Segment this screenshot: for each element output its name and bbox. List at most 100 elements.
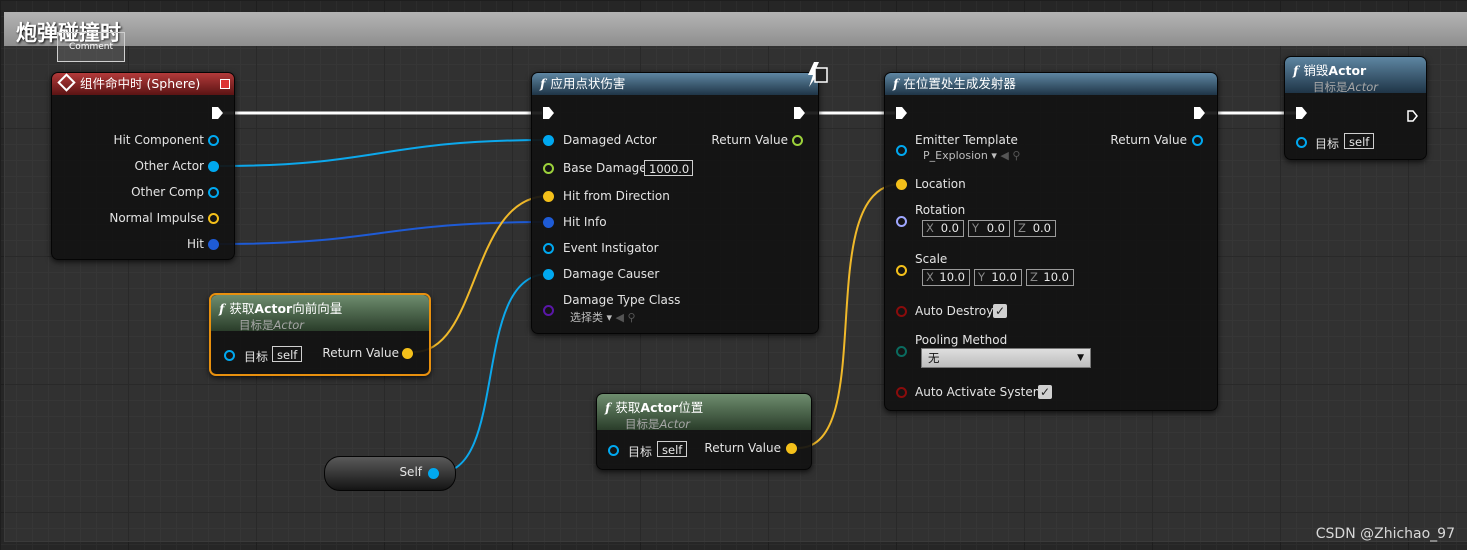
scale-x-axis: X xyxy=(926,270,934,284)
pin-hit-from-direction[interactable] xyxy=(543,191,554,202)
apply-point-damage-node[interactable]: f 应用点状伤害 Damaged Actor Return Value Base … xyxy=(531,72,819,334)
apply-damage-exec-out[interactable] xyxy=(794,107,805,119)
scale-z-value: 10.0 xyxy=(1043,270,1069,284)
damage-type-dropdown[interactable]: 选择类 ▾ ◀ ⚲ xyxy=(570,309,636,325)
comment-header[interactable] xyxy=(4,12,1467,46)
forward-subtitle-prefix: 目标是 xyxy=(239,318,274,332)
scale-x-field[interactable]: X 10.0 xyxy=(922,269,970,286)
event-diamond-icon xyxy=(57,73,76,92)
arrow-left-icon[interactable]: ◀ xyxy=(616,311,624,324)
pin-destroy-target[interactable] xyxy=(1296,137,1307,148)
pin-other-comp[interactable] xyxy=(208,187,219,198)
forward-target-value[interactable]: self xyxy=(272,346,303,362)
destroy-target-value[interactable]: self xyxy=(1344,133,1375,149)
event-node-component-hit[interactable]: 组件命中时 (Sphere) Hit Component Other Actor… xyxy=(51,72,235,260)
scale-z-axis: Z xyxy=(1030,270,1038,284)
pin-pooling-method[interactable] xyxy=(896,346,907,357)
get-actor-forward-vector-node[interactable]: f 获取Actor向前向量 目标是Actor 目标 self Return Val… xyxy=(209,293,431,376)
apply-damage-header[interactable]: f 应用点状伤害 xyxy=(532,73,818,95)
pooling-method-select[interactable]: 无 ▼ xyxy=(921,348,1091,368)
pin-spawn-return[interactable] xyxy=(1192,135,1203,146)
event-node-title: 组件命中时 (Sphere) xyxy=(80,76,201,91)
function-icon: f xyxy=(1293,63,1299,78)
event-exec-out-pin[interactable] xyxy=(212,107,223,119)
label-self: Self xyxy=(399,465,422,479)
pin-damage-type-class[interactable] xyxy=(543,305,554,316)
pin-normal-impulse[interactable] xyxy=(208,213,219,224)
exec-out-hollow-icon xyxy=(1407,110,1418,122)
event-node-header[interactable]: 组件命中时 (Sphere) xyxy=(52,73,234,95)
label-damaged-actor: Damaged Actor xyxy=(563,133,657,147)
chevron-down-icon: ▾ xyxy=(991,149,997,162)
scale-y-field[interactable]: Y 10.0 xyxy=(974,269,1022,286)
destroy-actor-node[interactable]: f 销毁Actor 目标是Actor 目标 self xyxy=(1284,56,1427,160)
location-title-suffix: 位置 xyxy=(678,400,704,415)
destroy-actor-header[interactable]: f 销毁Actor 目标是Actor xyxy=(1285,57,1426,94)
auto-activate-checkbox[interactable]: ✓ xyxy=(1038,385,1052,399)
label-scale: Scale xyxy=(915,252,948,266)
pin-event-instigator[interactable] xyxy=(543,243,554,254)
scale-z-field[interactable]: Z 10.0 xyxy=(1026,269,1074,286)
forward-title-bold: Actor xyxy=(254,301,293,316)
pin-location-return[interactable] xyxy=(786,443,797,454)
pin-emitter-template[interactable] xyxy=(896,145,907,156)
pin-self[interactable] xyxy=(428,468,439,479)
label-location: Location xyxy=(915,177,966,191)
pin-scale[interactable] xyxy=(896,265,907,276)
pin-hit-component[interactable] xyxy=(208,135,219,146)
pin-damage-causer[interactable] xyxy=(543,269,554,280)
get-actor-location-node[interactable]: f 获取Actor位置 目标是Actor 目标 self Return Value xyxy=(596,393,812,470)
pin-hit-info[interactable] xyxy=(543,217,554,228)
label-location-return: Return Value xyxy=(704,441,781,455)
forward-title-prefix: 获取 xyxy=(229,301,255,316)
rotation-z-field[interactable]: Z 0.0 xyxy=(1014,220,1056,237)
destroy-subtitle-prefix: 目标是 xyxy=(1313,80,1348,94)
pin-hit[interactable] xyxy=(208,239,219,250)
delegate-pin-icon[interactable] xyxy=(220,79,230,89)
rotation-x-field[interactable]: X 0.0 xyxy=(922,220,964,237)
actor-location-header[interactable]: f 获取Actor位置 目标是Actor xyxy=(597,394,811,431)
pin-return-value-float[interactable] xyxy=(792,135,803,146)
spawn-emitter-at-location-node[interactable]: f 在位置处生成发射器 Emitter Template P_Explosion … xyxy=(884,72,1218,411)
auto-destroy-checkbox[interactable]: ✓ xyxy=(993,304,1007,318)
pin-auto-activate[interactable] xyxy=(896,387,907,398)
label-hit-info: Hit Info xyxy=(563,215,607,229)
rotation-y-field[interactable]: Y 0.0 xyxy=(968,220,1010,237)
destroy-exec-out[interactable] xyxy=(1407,107,1418,122)
apply-damage-title: 应用点状伤害 xyxy=(550,76,626,91)
search-icon[interactable]: ⚲ xyxy=(1012,149,1020,162)
pin-forward-target[interactable] xyxy=(224,350,235,361)
function-icon: f xyxy=(605,400,611,415)
pin-auto-destroy[interactable] xyxy=(896,306,907,317)
apply-damage-exec-in[interactable] xyxy=(543,107,554,119)
location-title-bold: Actor xyxy=(640,400,679,415)
forward-subtitle-class: Actor xyxy=(273,318,304,332)
pin-rotation[interactable] xyxy=(896,216,907,227)
scale-x-value: 10.0 xyxy=(939,270,965,284)
pooling-method-value: 无 xyxy=(928,351,940,365)
pin-location[interactable] xyxy=(896,179,907,190)
arrow-left-icon[interactable]: ◀ xyxy=(1000,149,1008,162)
emitter-template-value: P_Explosion xyxy=(923,149,988,162)
spawn-exec-out[interactable] xyxy=(1194,107,1205,119)
latent-bolt-icon xyxy=(808,62,828,87)
rotation-y-axis: Y xyxy=(972,221,980,235)
self-reference-node[interactable]: Self xyxy=(324,456,456,491)
forward-vector-header[interactable]: f 获取Actor向前向量 目标是Actor xyxy=(211,295,429,332)
spawn-emitter-header[interactable]: f 在位置处生成发射器 xyxy=(885,73,1217,95)
label-pooling-method: Pooling Method xyxy=(915,333,1008,347)
spawn-exec-in[interactable] xyxy=(896,107,907,119)
search-icon[interactable]: ⚲ xyxy=(628,311,636,324)
location-target-value[interactable]: self xyxy=(657,441,688,457)
pin-forward-return[interactable] xyxy=(402,348,413,359)
emitter-template-dropdown[interactable]: P_Explosion ▾ ◀ ⚲ xyxy=(923,149,1020,162)
label-rotation: Rotation xyxy=(915,203,966,217)
destroy-exec-in[interactable] xyxy=(1296,107,1307,119)
base-damage-input[interactable]: 1000.0 xyxy=(644,160,693,176)
blueprint-graph[interactable]: 炮弹碰撞时 Comment 组件命中时 (Sphere) Hit Compone… xyxy=(0,0,1467,550)
pin-base-damage[interactable] xyxy=(543,163,554,174)
chevron-down-icon: ▼ xyxy=(1077,353,1084,363)
pin-other-actor[interactable] xyxy=(208,161,219,172)
pin-damaged-actor[interactable] xyxy=(543,135,554,146)
pin-location-target[interactable] xyxy=(608,445,619,456)
